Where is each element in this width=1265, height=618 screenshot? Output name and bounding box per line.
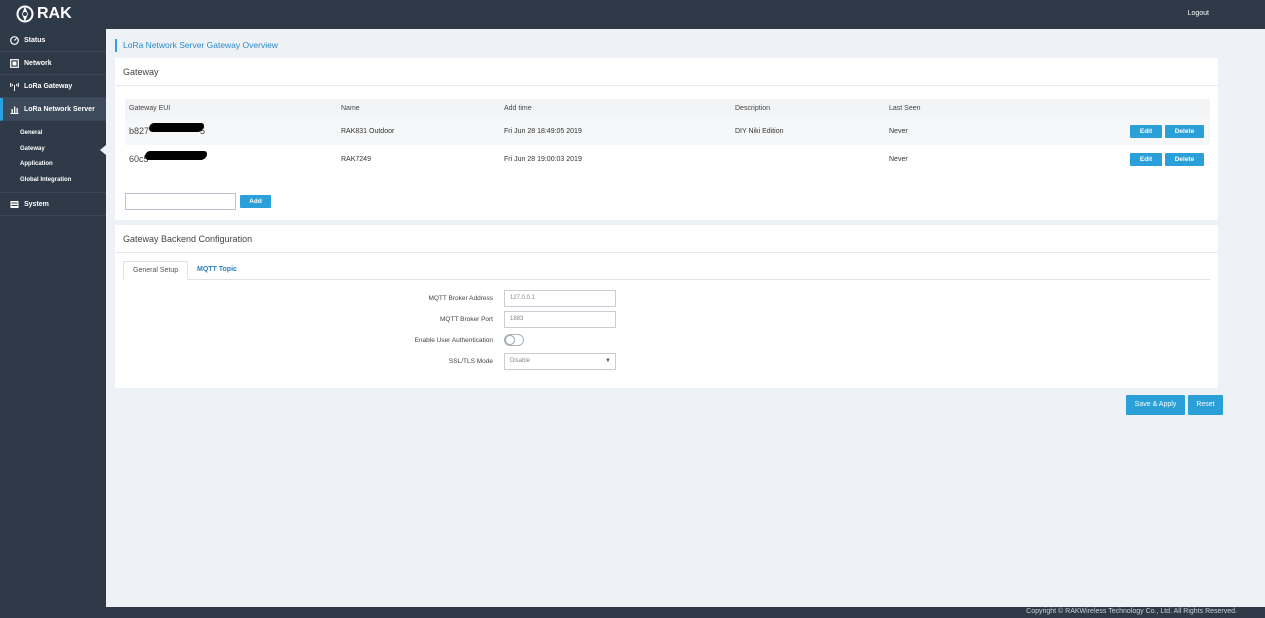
sidebar-item-lora-network-server[interactable]: LoRa Network Server	[0, 98, 106, 121]
toggle-knob	[505, 335, 515, 345]
sidebar-item-system[interactable]: System	[0, 193, 106, 216]
sidebar-subitem-general[interactable]: General	[0, 126, 106, 142]
broker-address-label: MQTT Broker Address	[428, 295, 493, 302]
gateway-add-time: Fri Jun 28 19:00:03 2019	[504, 155, 582, 163]
edit-button[interactable]: Edit	[1130, 124, 1162, 138]
gateway-eui-start: b827	[129, 126, 150, 136]
copyright-text: Copyright © RAKWireless Technology Co., …	[1026, 608, 1237, 615]
brand-name: RAK	[37, 5, 72, 22]
ssl-mode-row: SSL/TLS Mode Disable ▼	[115, 353, 1218, 371]
sidebar: Status Network LoRa Gateway LoRa Network…	[0, 29, 106, 607]
row-actions: Edit Delete	[1069, 117, 1210, 145]
save-apply-button[interactable]: Save & Apply	[1126, 395, 1185, 415]
config-tabs: General Setup MQTT Topic	[123, 261, 1210, 280]
column-header-name: Name	[341, 99, 504, 117]
backend-config-title: Gateway Backend Configuration	[115, 225, 1218, 253]
ssl-mode-select[interactable]: Disable ▼	[504, 353, 616, 370]
broker-port-row: MQTT Broker Port 1883	[115, 311, 1218, 329]
sidebar-item-label: LoRa Gateway	[24, 82, 73, 90]
antenna-icon	[10, 82, 19, 91]
chevron-down-icon: ▼	[605, 358, 611, 364]
gateway-eui-input[interactable]	[125, 193, 236, 210]
gateway-last-seen: Never	[889, 117, 1069, 145]
broker-address-field[interactable]: 127.0.0.1	[504, 290, 616, 307]
redaction-mark	[145, 151, 207, 160]
table-header-row: Gateway EUI Name Add time Description La…	[125, 99, 1210, 117]
gateway-description	[735, 145, 889, 173]
logout-link[interactable]: Logout	[1188, 10, 1209, 17]
sidebar-subitem-global-integration[interactable]: Global Integration	[0, 173, 106, 189]
network-icon	[10, 58, 19, 68]
reset-button[interactable]: Reset	[1188, 395, 1223, 415]
gateway-card: Gateway Gateway EUI Name Add time Descri…	[115, 58, 1218, 220]
status-icon	[10, 35, 19, 45]
gateway-last-seen: Never	[889, 155, 908, 163]
ssl-mode-value: Disable	[510, 358, 531, 364]
gateway-eui-cell: 60c5	[125, 145, 341, 173]
footer: Copyright © RAKWireless Technology Co., …	[0, 607, 1265, 618]
gateway-description: DIY Niki Edition	[735, 117, 889, 145]
tab-general-setup[interactable]: General Setup	[123, 261, 189, 280]
sidebar-item-network[interactable]: Network	[0, 52, 106, 75]
gateway-eui: b827 5	[129, 123, 205, 136]
column-header-add-time: Add time	[504, 99, 735, 117]
table-row: 60c5 RAK7249 Fri Jun 28 19:00:03 2019 Ne…	[125, 145, 1210, 173]
add-gateway-button[interactable]: Add	[240, 195, 271, 208]
sidebar-item-label: Network	[24, 59, 52, 67]
gateway-table: Gateway EUI Name Add time Description La…	[125, 99, 1210, 173]
edit-button[interactable]: Edit	[1130, 152, 1162, 166]
rak-logo-icon	[16, 5, 34, 23]
delete-button[interactable]: Delete	[1165, 152, 1204, 166]
top-bar: RAK Logout	[0, 0, 1265, 29]
gateway-card-title: Gateway	[115, 58, 1218, 86]
delete-button[interactable]: Delete	[1165, 124, 1204, 138]
row-actions: Edit Delete	[1069, 145, 1210, 173]
user-auth-row: Enable User Authentication	[115, 332, 1218, 350]
column-header-description: Description	[735, 99, 889, 117]
sidebar-item-label: LoRa Network Server	[24, 105, 95, 113]
column-header-eui: Gateway EUI	[125, 99, 341, 117]
gateway-add-time: Fri Jun 28 18:49:05 2019	[504, 117, 735, 145]
tab-mqtt-topic[interactable]: MQTT Topic	[188, 261, 246, 280]
gateway-eui-cell: b827 5	[125, 117, 341, 145]
user-auth-toggle[interactable]	[504, 334, 524, 346]
column-header-actions	[1069, 99, 1210, 117]
gateway-eui: 60c5	[129, 151, 207, 164]
redaction-mark	[149, 123, 204, 132]
gateway-name: RAK831 Outdoor	[341, 117, 504, 145]
sidebar-item-label: Status	[24, 36, 46, 44]
user-auth-label: Enable User Authentication	[414, 337, 493, 344]
backend-config-card: Gateway Backend Configuration General Se…	[115, 225, 1218, 388]
system-icon	[10, 200, 19, 209]
sidebar-subitem-gateway[interactable]: Gateway	[0, 142, 106, 158]
page-title: LoRa Network Server Gateway Overview	[115, 39, 278, 52]
broker-port-label: MQTT Broker Port	[440, 316, 493, 323]
broker-port-field[interactable]: 1883	[504, 311, 616, 328]
sidebar-item-label: System	[24, 200, 49, 208]
sidebar-item-status[interactable]: Status	[0, 29, 106, 52]
ssl-mode-label: SSL/TLS Mode	[448, 358, 493, 365]
table-row: b827 5 RAK831 Outdoor Fri Jun 28 18:49:05…	[125, 117, 1210, 145]
column-header-last-seen: Last Seen	[889, 99, 1069, 117]
sidebar-subitem-application[interactable]: Application	[0, 157, 106, 173]
sidebar-item-lora-gateway[interactable]: LoRa Gateway	[0, 75, 106, 98]
sidebar-submenu: General Gateway Application Global Integ…	[0, 121, 106, 193]
gateway-name: RAK7249	[341, 155, 371, 163]
rak-logo[interactable]: RAK	[16, 5, 72, 23]
broker-address-row: MQTT Broker Address 127.0.0.1	[115, 290, 1218, 308]
bar-chart-icon	[10, 105, 19, 114]
